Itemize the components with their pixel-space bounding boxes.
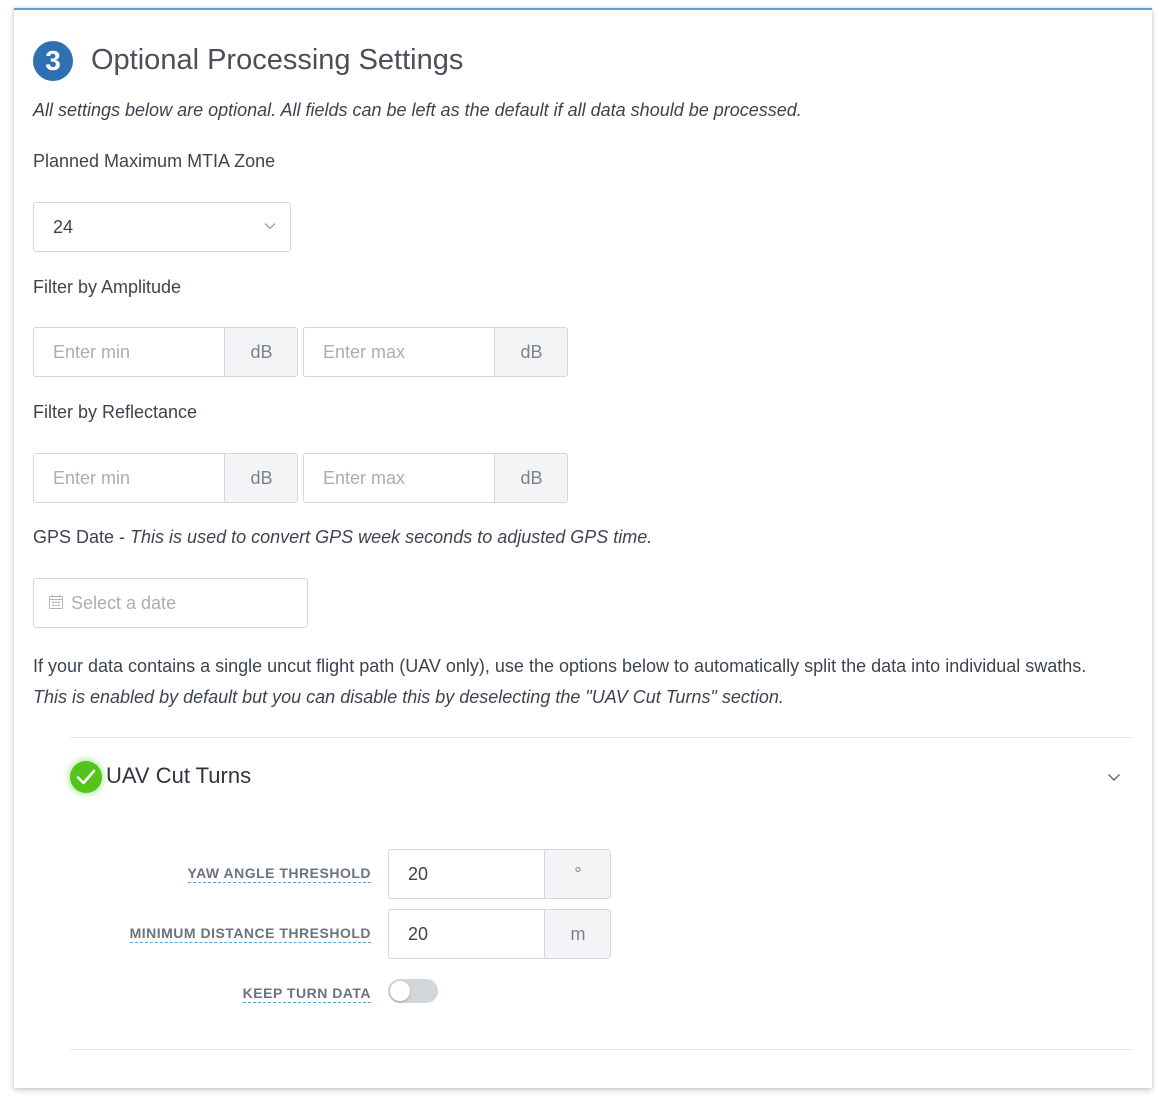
- collapse-bottom-divider: [70, 1049, 1132, 1050]
- yaw-angle-group: °: [388, 849, 611, 899]
- gps-date-input[interactable]: [71, 579, 301, 627]
- mtia-zone-value: 24: [53, 217, 74, 237]
- gps-date-label: GPS Date: [33, 527, 115, 547]
- calendar-icon: [49, 595, 63, 609]
- reflectance-max-unit: dB: [494, 454, 567, 502]
- amplitude-min-unit: dB: [224, 328, 297, 376]
- amplitude-max-input[interactable]: [304, 328, 494, 376]
- mtia-zone-select[interactable]: 24: [33, 202, 291, 252]
- gps-date-label-row: GPS Date - This is used to convert GPS w…: [33, 527, 652, 548]
- toggle-knob: [390, 981, 410, 1001]
- uav-info-text: If your data contains a single uncut fli…: [33, 656, 1087, 676]
- reflectance-label: Filter by Reflectance: [33, 402, 198, 422]
- chevron-down-icon[interactable]: [1107, 771, 1121, 783]
- yaw-angle-input[interactable]: [389, 850, 544, 898]
- uav-info-note: This is enabled by default but you can d…: [33, 687, 784, 707]
- amplitude-min-input[interactable]: [34, 328, 224, 376]
- step-number-badge: 3: [33, 41, 73, 81]
- chevron-down-icon: [264, 223, 276, 230]
- minimum-distance-unit: m: [544, 910, 610, 958]
- uav-cut-turns-title: UAV Cut Turns: [106, 763, 252, 788]
- check-circle-icon[interactable]: [70, 761, 102, 793]
- collapse-top-divider: [70, 737, 1132, 738]
- uav-info-paragraph: If your data contains a single uncut fli…: [33, 651, 1143, 713]
- reflectance-max-input[interactable]: [304, 454, 494, 502]
- gps-date-separator: -: [114, 527, 131, 547]
- yaw-angle-unit: °: [544, 850, 610, 898]
- yaw-angle-threshold-label: YAW ANGLE THRESHOLD: [187, 865, 371, 883]
- keep-turn-data-label: KEEP TURN DATA: [242, 985, 371, 1003]
- amplitude-label: Filter by Amplitude: [33, 277, 182, 297]
- section-intro: All settings below are optional. All fie…: [33, 100, 802, 120]
- minimum-distance-group: m: [388, 909, 611, 959]
- amplitude-max-unit: dB: [494, 328, 567, 376]
- mtia-zone-label: Planned Maximum MTIA Zone: [33, 151, 276, 171]
- reflectance-min-unit: dB: [224, 454, 297, 502]
- gps-date-note: This is used to convert GPS week seconds…: [130, 527, 653, 547]
- uav-cut-turns-header[interactable]: UAV Cut Turns: [70, 755, 1132, 799]
- amplitude-min-group: dB: [33, 327, 298, 377]
- minimum-distance-threshold-label: MINIMUM DISTANCE THRESHOLD: [129, 925, 371, 943]
- section-title: Optional Processing Settings: [91, 44, 464, 76]
- keep-turn-data-toggle[interactable]: [388, 979, 438, 1003]
- settings-card: 3 Optional Processing Settings All setti…: [14, 8, 1152, 1088]
- reflectance-min-input[interactable]: [34, 454, 224, 502]
- reflectance-min-group: dB: [33, 453, 298, 503]
- amplitude-max-group: dB: [303, 327, 568, 377]
- reflectance-max-group: dB: [303, 453, 568, 503]
- minimum-distance-input[interactable]: [389, 910, 544, 958]
- gps-date-picker[interactable]: [33, 578, 308, 628]
